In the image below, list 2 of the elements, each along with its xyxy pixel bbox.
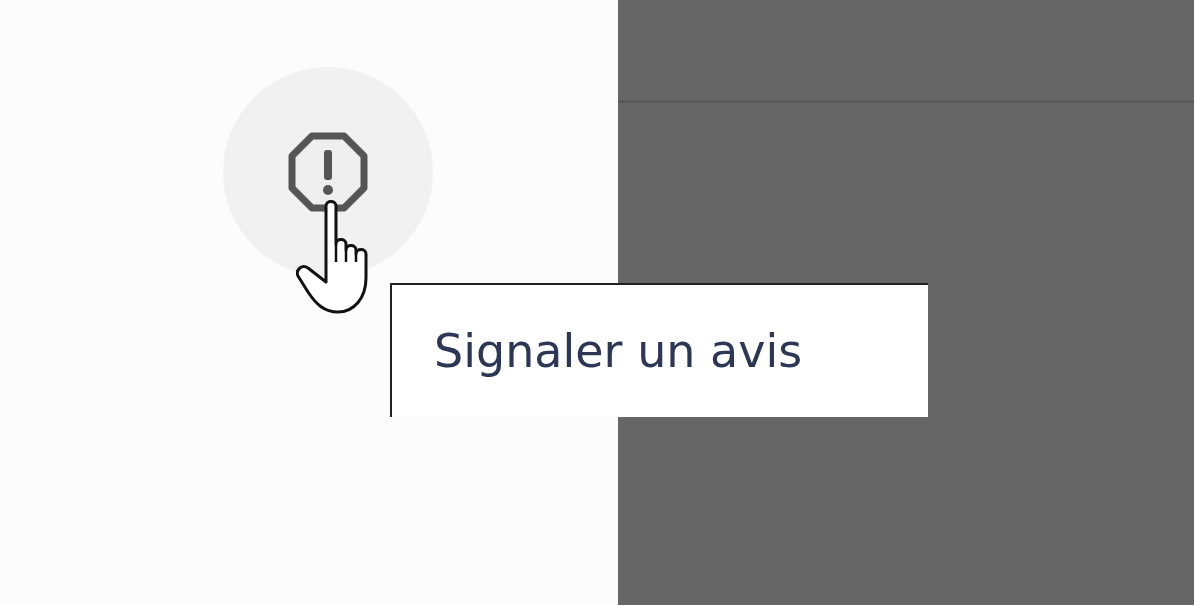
tooltip: Signaler un avis xyxy=(390,283,928,417)
warning-icon xyxy=(288,132,368,212)
